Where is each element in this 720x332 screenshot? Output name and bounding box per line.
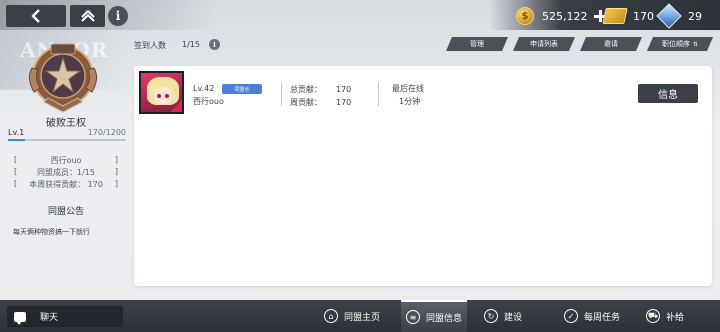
list-icon: ≡ (406, 310, 420, 324)
notice-title: 同盟公告 (47, 207, 84, 217)
role-badge: 同盟长 (222, 84, 262, 94)
chat-label: 聊天 (40, 313, 59, 323)
guild-name: 破败王权 (46, 118, 86, 129)
checkin-label: 签到人数 (134, 41, 166, 50)
gold-coin-icon: $ (516, 7, 534, 25)
task-icon: ✓ (564, 309, 578, 323)
position-order-button[interactable]: 职位顺序 ⇅ (647, 37, 713, 51)
gem-currency: 29 (656, 3, 702, 29)
checkin-info-icon[interactable]: i (209, 39, 220, 50)
member-name: 西行ouo (193, 97, 224, 106)
gold-ticket-icon (602, 8, 628, 24)
home-button[interactable] (70, 5, 105, 27)
info-glyph: i (115, 9, 121, 23)
divider (378, 82, 379, 106)
weekly-contribution: 周贡献： 170 (290, 98, 352, 107)
back-button[interactable] (6, 5, 66, 27)
guild-leader: 西行ouo (50, 156, 82, 165)
info-icon[interactable]: i (108, 6, 128, 26)
last-online-value: 1分钟 (399, 97, 421, 106)
tab-guild-info[interactable]: ≡ 同盟信息 (401, 300, 467, 332)
total-contribution: 总贡献： 170 (290, 85, 352, 94)
gold-currency: $ 525,122 (516, 6, 606, 26)
guild-leader-line: [ 西行ouo ] (14, 155, 118, 165)
build-icon: ↻ (484, 309, 498, 323)
gold-amount: 525,122 (542, 9, 588, 23)
ticket-currency: 170 (602, 6, 654, 26)
member-level: Lv.42 (193, 84, 215, 93)
blue-gem-icon (656, 3, 682, 29)
applications-button[interactable]: 申请列表 (513, 37, 575, 51)
home-icon: ⌂ (324, 309, 338, 323)
guild-members: 同盟成员：1/15 (37, 168, 95, 177)
guild-level: Lv.1 (8, 128, 25, 137)
tab-build[interactable]: ↻ 建设 (484, 306, 522, 326)
guild-xp-fill (8, 139, 25, 141)
manage-button[interactable]: 管理 (446, 37, 508, 51)
guild-xp-bar (8, 139, 126, 141)
guild-xp: 170/1200 (87, 128, 126, 137)
guild-weekly-line: [ 本周获得贡献： 170 ] (14, 179, 118, 189)
member-avatar[interactable] (139, 71, 184, 114)
last-online-label: 最后在线 (392, 84, 424, 93)
chat-bubble-icon (14, 311, 26, 325)
notice-text: 每天俩种物资搞一下就行 (13, 228, 90, 236)
divider (281, 82, 282, 106)
member-info-button[interactable]: 信息 (638, 84, 698, 103)
tab-guild-home[interactable]: ⌂ 同盟主页 (324, 306, 380, 326)
sort-arrows-icon: ⇅ (692, 40, 699, 48)
invite-button[interactable]: 邀请 (580, 37, 642, 51)
ticket-amount: 170 (633, 9, 654, 23)
chat-button[interactable]: 聊天 (7, 306, 123, 327)
guild-weekly: 本周获得贡献： 170 (29, 180, 103, 189)
double-chevron-up-icon (80, 10, 95, 22)
gem-amount: 29 (688, 9, 702, 23)
guild-emblem-icon (28, 43, 98, 113)
tab-weekly-tasks[interactable]: ✓ 每周任务 (564, 306, 620, 326)
guild-members-line: [ 同盟成员：1/15 ] (14, 167, 118, 177)
chevron-left-icon (31, 9, 40, 23)
cart-icon: ⛟ (646, 309, 660, 323)
checkin-count: 1/15 (182, 40, 200, 49)
tab-supply[interactable]: ⛟ 补给 (646, 306, 684, 326)
